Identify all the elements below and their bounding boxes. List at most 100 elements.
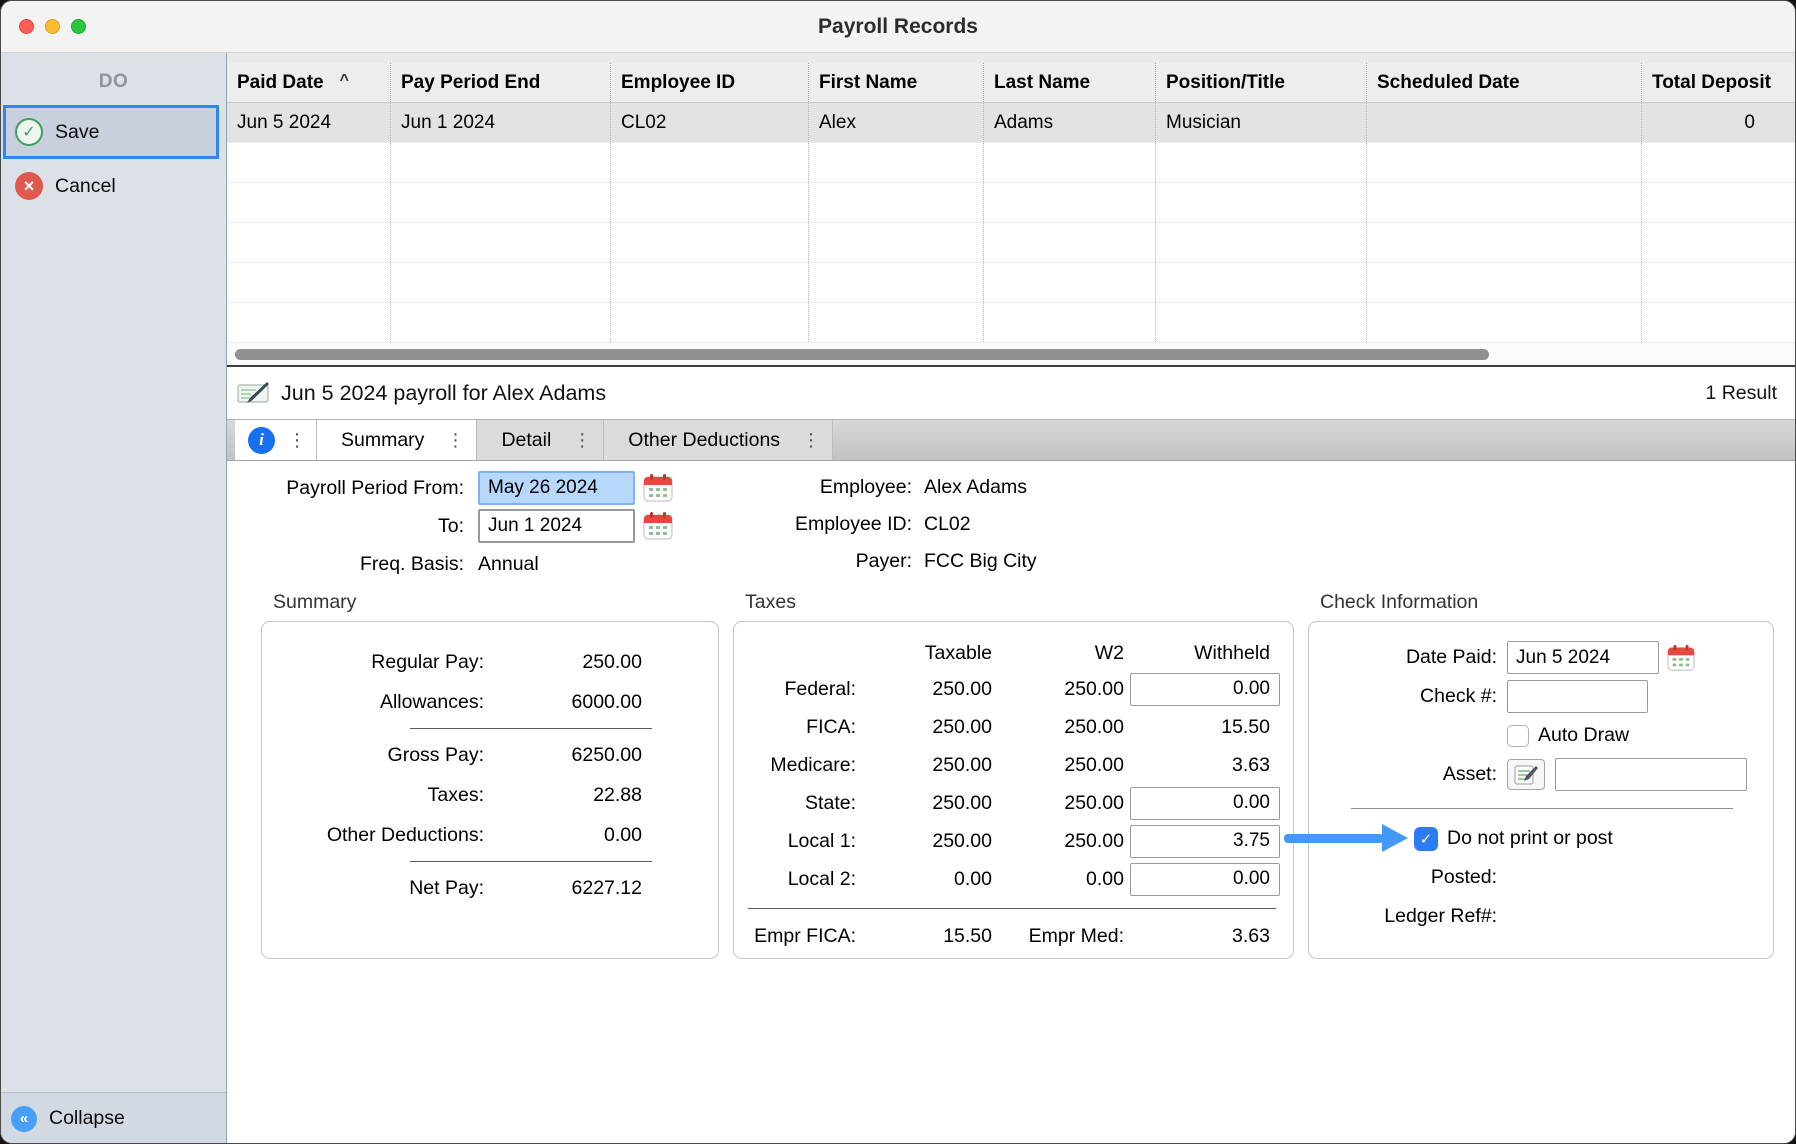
calendar-icon[interactable] <box>643 473 673 503</box>
fica-withheld: 15.50 <box>1130 716 1280 739</box>
local1-withheld-input[interactable] <box>1130 825 1280 858</box>
summary-divider <box>410 861 652 862</box>
info-icon: i <box>248 427 275 454</box>
zoom-window-button[interactable] <box>71 19 86 34</box>
auto-draw-checkbox[interactable] <box>1507 725 1529 747</box>
tab-handle-dots-icon: ⋮ <box>802 430 820 451</box>
payroll-period-from-input[interactable] <box>478 471 635 505</box>
medicare-taxable: 250.00 <box>862 754 992 777</box>
column-header-pay-period-end[interactable]: Pay Period End <box>391 63 611 102</box>
do-not-print-label: Do not print or post <box>1447 827 1613 850</box>
payer-value: FCC Big City <box>924 550 1037 573</box>
taxes-value: 22.88 <box>484 784 642 807</box>
column-header-last-name[interactable]: Last Name <box>984 63 1156 102</box>
record-title-bar: Jun 5 2024 payroll for Alex Adams 1 Resu… <box>227 367 1795 419</box>
other-deductions-label: Other Deductions: <box>272 824 484 847</box>
window-gap <box>227 53 1795 63</box>
summary-tab-content: Payroll Period From: <box>227 461 1795 1144</box>
date-paid-label: Date Paid: <box>1309 646 1497 669</box>
collapse-button[interactable]: « Collapse <box>1 1092 226 1144</box>
medicare-withheld: 3.63 <box>1130 754 1280 777</box>
check-number-label: Check #: <box>1309 685 1497 708</box>
column-header-scheduled-date[interactable]: Scheduled Date <box>1367 63 1642 102</box>
minimize-window-button[interactable] <box>45 19 60 34</box>
posted-label: Posted: <box>1309 866 1497 889</box>
empr-med-value: 3.63 <box>1130 925 1280 948</box>
net-pay-value: 6227.12 <box>484 877 642 900</box>
horizontal-scrollbar[interactable] <box>227 343 1795 367</box>
check-information-group-title: Check Information <box>1320 591 1774 615</box>
tab-other-deductions[interactable]: Other Deductions ⋮ <box>604 420 833 460</box>
sort-ascending-icon: ^ <box>340 72 349 90</box>
calendar-icon[interactable] <box>1667 644 1695 672</box>
state-label: State: <box>746 792 856 815</box>
table-row[interactable]: Jun 5 2024 Jun 1 2024 CL02 Alex Adams Mu… <box>227 103 1795 143</box>
cancel-x-icon: × <box>15 172 43 200</box>
local1-label: Local 1: <box>746 830 856 853</box>
medicare-w2: 250.00 <box>998 754 1124 777</box>
column-header-paid-date[interactable]: Paid Date ^ <box>227 63 391 102</box>
payroll-table: Paid Date ^ Pay Period End Employee ID F… <box>227 63 1795 367</box>
cell-paid-date: Jun 5 2024 <box>227 103 391 142</box>
other-deductions-value: 0.00 <box>484 824 642 847</box>
empty-table-row <box>227 263 1795 303</box>
column-header-label: Paid Date <box>237 72 324 94</box>
table-header-row: Paid Date ^ Pay Period End Employee ID F… <box>227 63 1795 103</box>
column-header-first-name[interactable]: First Name <box>809 63 984 102</box>
federal-withheld-input[interactable] <box>1130 673 1280 706</box>
state-w2: 250.00 <box>998 792 1124 815</box>
check-info-divider <box>1351 808 1733 809</box>
cancel-button[interactable]: × Cancel <box>1 161 226 211</box>
withheld-column-header: Withheld <box>1130 642 1280 665</box>
cell-last-name: Adams <box>984 103 1156 142</box>
close-window-button[interactable] <box>19 19 34 34</box>
tab-handle-dots-icon: ⋮ <box>288 430 306 451</box>
local1-taxable: 250.00 <box>862 830 992 853</box>
taxes-label: Taxes: <box>272 784 484 807</box>
empr-fica-value: 15.50 <box>862 925 992 948</box>
local2-withheld-input[interactable] <box>1130 863 1280 896</box>
payer-label: Payer: <box>710 550 912 573</box>
local2-label: Local 2: <box>746 868 856 891</box>
federal-label: Federal: <box>746 678 856 701</box>
taxes-divider <box>748 908 1276 909</box>
cell-total-deposit: 0 <box>1642 103 1795 142</box>
tab-summary-label: Summary <box>341 429 424 452</box>
traffic-lights <box>19 1 86 52</box>
cancel-button-label: Cancel <box>55 175 116 198</box>
regular-pay-value: 250.00 <box>484 651 642 674</box>
empty-table-row <box>227 223 1795 263</box>
payroll-records-window: Payroll Records DO ✓ Save × Cancel « Col… <box>0 0 1796 1144</box>
empty-table-row <box>227 183 1795 223</box>
column-header-employee-id[interactable]: Employee ID <box>611 63 809 102</box>
taxes-group-box: Taxable W2 Withheld Federal: 250.00 250.… <box>733 621 1294 959</box>
empty-table-row <box>227 303 1795 343</box>
fica-taxable: 250.00 <box>862 716 992 739</box>
asset-input[interactable] <box>1555 758 1747 791</box>
main-area: Paid Date ^ Pay Period End Employee ID F… <box>227 53 1795 1144</box>
scrollbar-thumb[interactable] <box>235 349 1489 360</box>
save-button[interactable]: ✓ Save <box>3 105 219 159</box>
column-header-total-deposit[interactable]: Total Deposit <box>1642 63 1795 102</box>
date-paid-input[interactable] <box>1507 641 1659 674</box>
freq-basis-value: Annual <box>478 553 539 576</box>
state-withheld-input[interactable] <box>1130 787 1280 820</box>
asset-picker-button[interactable] <box>1507 759 1545 790</box>
allowances-label: Allowances: <box>272 691 484 714</box>
tab-handle-dots-icon: ⋮ <box>446 430 464 451</box>
calendar-icon[interactable] <box>643 511 673 541</box>
empr-med-label: Empr Med: <box>998 925 1124 948</box>
taxes-group-title: Taxes <box>745 591 1294 615</box>
check-number-input[interactable] <box>1507 680 1648 713</box>
employee-label: Employee: <box>710 476 912 499</box>
do-not-print-checkbox[interactable]: ✓ <box>1414 827 1438 851</box>
summary-group-box: Regular Pay:250.00 Allowances:6000.00 Gr… <box>261 621 719 959</box>
payroll-period-to-input[interactable] <box>478 509 635 543</box>
info-button[interactable]: i ⋮ <box>235 420 317 460</box>
column-header-position-title[interactable]: Position/Title <box>1156 63 1367 102</box>
w2-column-header: W2 <box>998 642 1124 665</box>
tab-detail-label: Detail <box>501 429 551 452</box>
tab-detail[interactable]: Detail ⋮ <box>477 420 604 460</box>
title-bar: Payroll Records <box>1 1 1795 53</box>
tab-summary[interactable]: Summary ⋮ <box>317 420 477 460</box>
